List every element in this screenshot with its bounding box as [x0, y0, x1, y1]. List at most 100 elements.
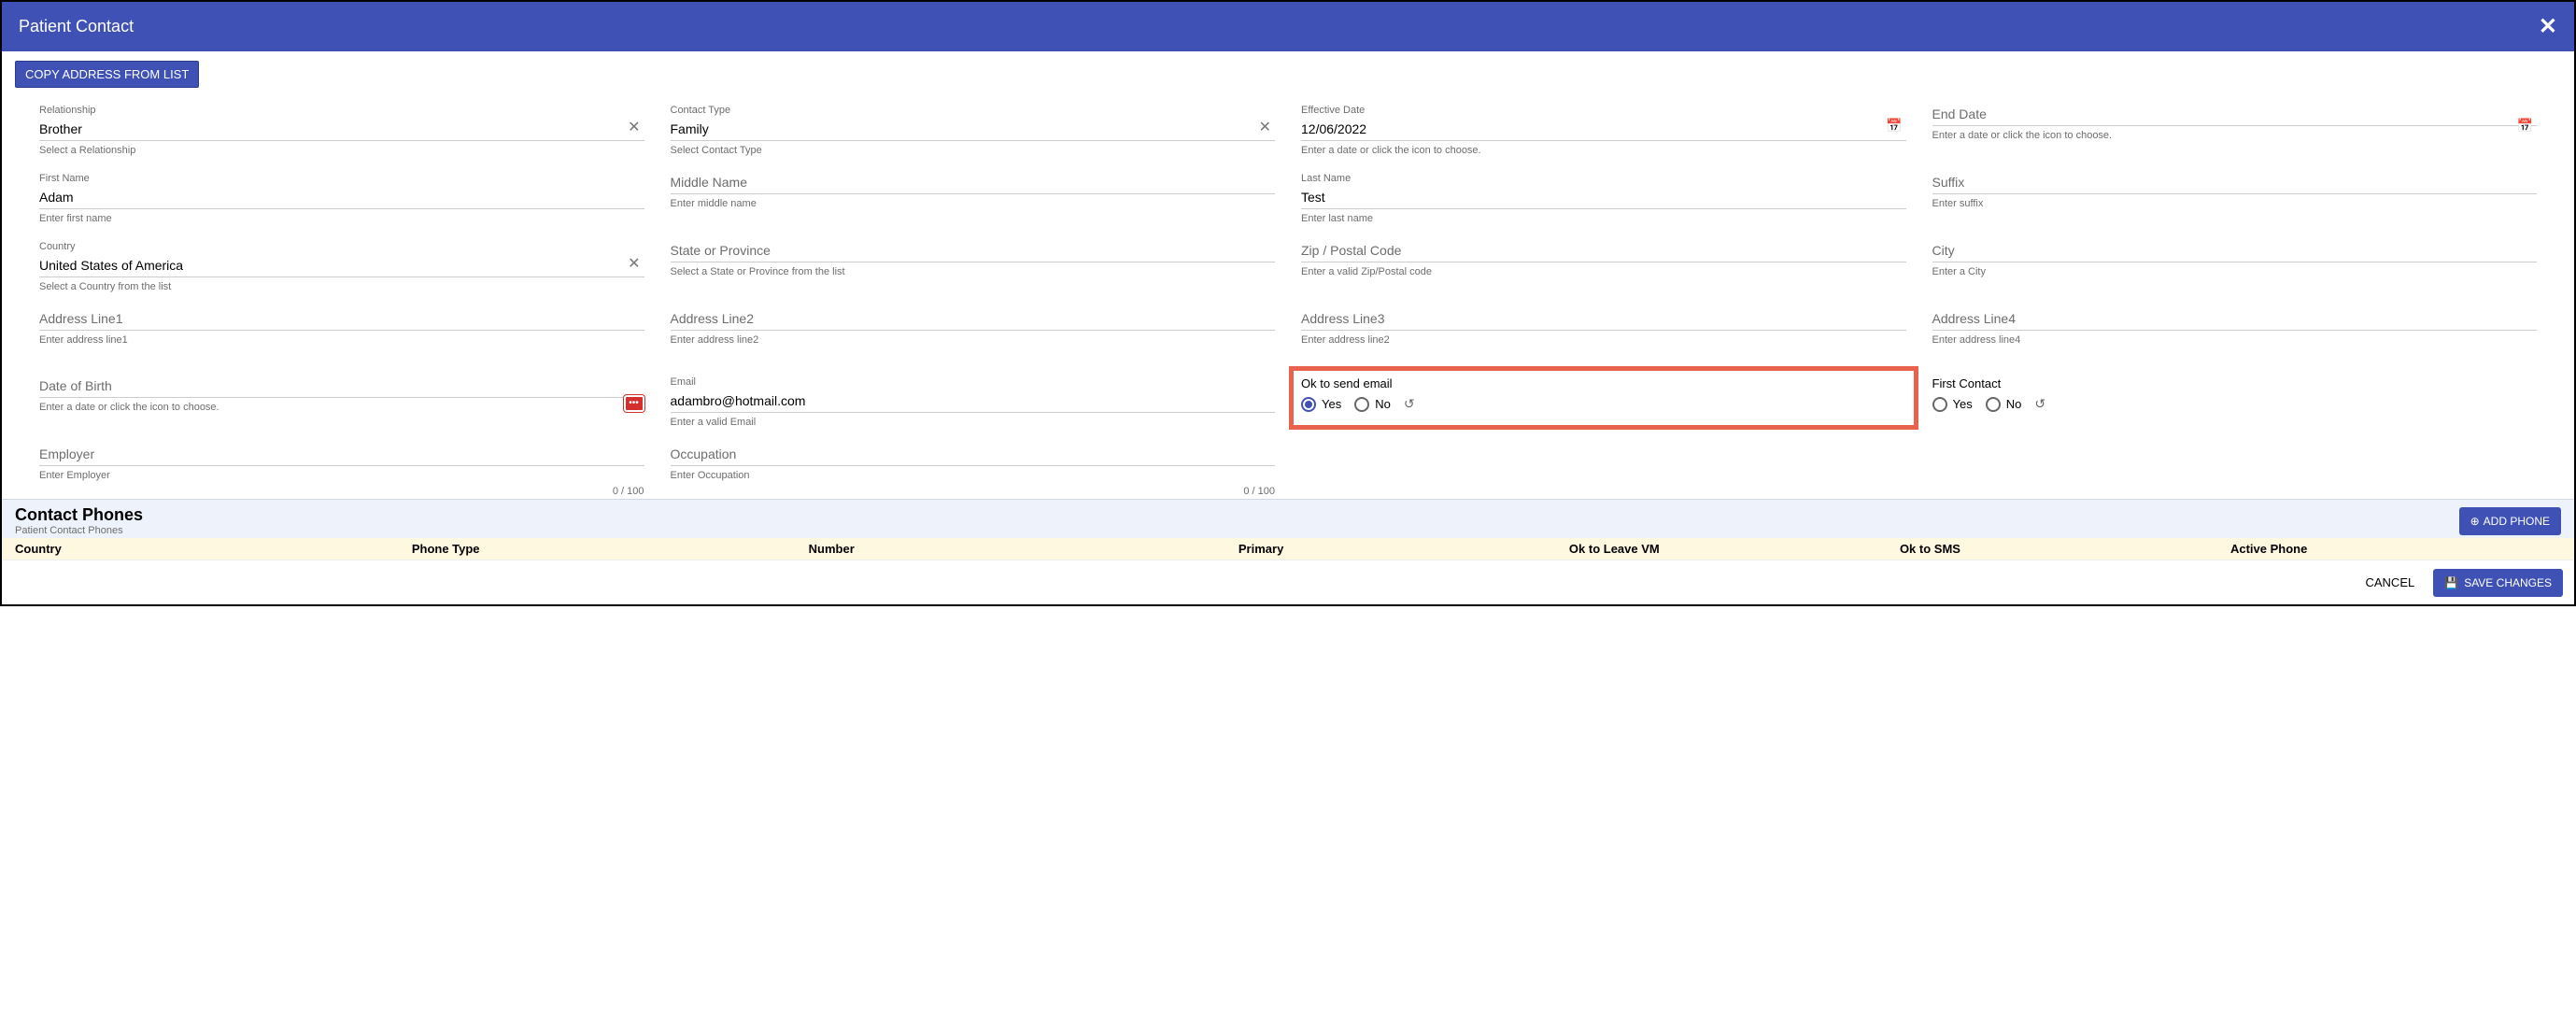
col-country: Country [15, 542, 412, 556]
col-active: Active Phone [2230, 542, 2561, 556]
field-label: First Name [39, 173, 644, 184]
reset-icon[interactable]: ↺ [1404, 396, 1415, 412]
employer-field[interactable]: Employer Enter Employer 0 / 100 [39, 445, 644, 495]
field-helper: Select a State or Province from the list [671, 266, 845, 277]
field-label: Relationship [39, 105, 644, 116]
col-phone-type: Phone Type [412, 542, 809, 556]
radio-yes[interactable]: Yes [1301, 397, 1341, 412]
col-ok-sms: Ok to SMS [1900, 542, 2230, 556]
relationship-field[interactable]: Relationship Brother ✕ Select a Relation… [39, 105, 644, 156]
dialog-footer: CANCEL 💾 SAVE CHANGES [2, 560, 2574, 604]
reset-icon[interactable]: ↺ [2034, 396, 2045, 412]
contact-phones-header: Contact Phones Patient Contact Phones ⊕ … [2, 499, 2574, 538]
dialog-body: COPY ADDRESS FROM LIST Relationship Brot… [2, 51, 2574, 499]
field-helper: Enter address line1 [39, 334, 128, 346]
field-helper: Enter suffix [1932, 198, 1984, 209]
radio-no[interactable]: No [1986, 397, 2022, 412]
field-helper: Select Contact Type [671, 145, 762, 156]
field-helper: Select a Country from the list [39, 281, 171, 292]
field-value: adambro@hotmail.com [671, 391, 1276, 413]
field-label: First Contact [1932, 376, 2538, 390]
phones-subtitle: Patient Contact Phones [15, 525, 143, 536]
phones-table-header: Country Phone Type Number Primary Ok to … [2, 538, 2574, 560]
add-phone-button[interactable]: ⊕ ADD PHONE [2459, 507, 2561, 535]
calendar-icon[interactable]: 📅 [1886, 118, 1902, 134]
field-placeholder: Address Line4 [1932, 309, 2538, 331]
radio-label: Yes [1322, 397, 1341, 411]
first-contact-field: First Contact Yes No ↺ [1932, 376, 2538, 428]
first-name-field[interactable]: First Name Adam Enter first name [39, 173, 644, 224]
field-helper: Enter a date or click the icon to choose… [1932, 130, 2113, 141]
copy-address-button[interactable]: COPY ADDRESS FROM LIST [15, 61, 199, 88]
field-placeholder: Address Line3 [1301, 309, 1906, 331]
save-changes-button[interactable]: 💾 SAVE CHANGES [2433, 569, 2563, 597]
state-field[interactable]: State or Province Select a State or Prov… [671, 241, 1276, 292]
middle-name-field[interactable]: Middle Name Enter middle name [671, 173, 1276, 224]
field-value: 12/06/2022 [1301, 120, 1906, 141]
address1-field[interactable]: Address Line1 Enter address line1 [39, 309, 644, 360]
char-counter: 0 / 100 [613, 486, 644, 497]
address3-field[interactable]: Address Line3 Enter address line2 [1301, 309, 1906, 360]
cancel-button[interactable]: CANCEL [2356, 568, 2424, 597]
field-placeholder: City [1932, 241, 2538, 262]
field-placeholder: State or Province [671, 241, 1276, 262]
char-counter: 0 / 100 [1243, 486, 1275, 497]
button-label: SAVE CHANGES [2464, 576, 2552, 589]
field-helper: Enter a City [1932, 266, 1986, 277]
occupation-field[interactable]: Occupation Enter Occupation 0 / 100 [671, 445, 1276, 495]
email-field[interactable]: Email adambro@hotmail.com Enter a valid … [671, 376, 1276, 428]
radio-no[interactable]: No [1354, 397, 1391, 412]
field-helper: Enter a valid Email [671, 417, 757, 428]
suffix-field[interactable]: Suffix Enter suffix [1932, 173, 2538, 224]
address2-field[interactable]: Address Line2 Enter address line2 [671, 309, 1276, 360]
end-date-field[interactable]: End Date 📅 Enter a date or click the ico… [1932, 105, 2538, 156]
close-icon[interactable]: ✕ [2539, 13, 2557, 40]
col-primary: Primary [1238, 542, 1569, 556]
calendar-icon[interactable]: ••• [624, 395, 644, 412]
effective-date-field[interactable]: Effective Date 12/06/2022 📅 Enter a date… [1301, 105, 1906, 156]
address4-field[interactable]: Address Line4 Enter address line4 [1932, 309, 2538, 360]
field-value: Brother [39, 120, 644, 141]
field-label: Email [671, 376, 1276, 388]
clear-icon[interactable]: ✕ [1259, 118, 1271, 136]
field-placeholder: Middle Name [671, 173, 1276, 194]
dob-field[interactable]: Date of Birth ••• Enter a date or click … [39, 376, 644, 428]
radio-icon [1354, 397, 1369, 412]
zip-field[interactable]: Zip / Postal Code Enter a valid Zip/Post… [1301, 241, 1906, 292]
country-field[interactable]: Country United States of America ✕ Selec… [39, 241, 644, 292]
col-ok-vm: Ok to Leave VM [1569, 542, 1900, 556]
field-helper: Enter address line2 [671, 334, 759, 346]
field-helper: Enter first name [39, 213, 112, 224]
ok-to-send-email-field: Ok to send email Yes No ↺ [1301, 376, 1906, 428]
last-name-field[interactable]: Last Name Test Enter last name [1301, 173, 1906, 224]
field-value: Adam [39, 188, 644, 209]
radio-icon [1986, 397, 2001, 412]
field-helper: Enter last name [1301, 213, 1373, 224]
field-label: Effective Date [1301, 105, 1906, 116]
field-label: Country [39, 241, 644, 252]
field-value: United States of America [39, 256, 644, 277]
field-label: Last Name [1301, 173, 1906, 184]
patient-contact-dialog: Patient Contact ✕ COPY ADDRESS FROM LIST… [0, 0, 2576, 606]
radio-label: No [2006, 397, 2022, 411]
col-number: Number [809, 542, 1238, 556]
field-label: Ok to send email [1301, 376, 1906, 390]
clear-icon[interactable]: ✕ [628, 118, 640, 136]
field-value: Family [671, 120, 1276, 141]
radio-label: Yes [1953, 397, 1973, 411]
field-placeholder: Occupation [671, 445, 1276, 466]
field-helper: Enter Employer [39, 470, 110, 481]
field-placeholder: Employer [39, 445, 644, 466]
radio-group: Yes No ↺ [1301, 396, 1906, 412]
radio-yes[interactable]: Yes [1932, 397, 1973, 412]
field-helper: Enter Occupation [671, 470, 750, 481]
contact-type-field[interactable]: Contact Type Family ✕ Select Contact Typ… [671, 105, 1276, 156]
field-placeholder: Address Line1 [39, 309, 644, 331]
field-label: Contact Type [671, 105, 1276, 116]
clear-icon[interactable]: ✕ [628, 254, 640, 273]
plus-icon: ⊕ [2470, 515, 2480, 528]
city-field[interactable]: City Enter a City [1932, 241, 2538, 292]
radio-icon [1301, 397, 1316, 412]
button-label: ADD PHONE [2484, 515, 2550, 528]
calendar-icon[interactable]: 📅 [2517, 118, 2533, 134]
